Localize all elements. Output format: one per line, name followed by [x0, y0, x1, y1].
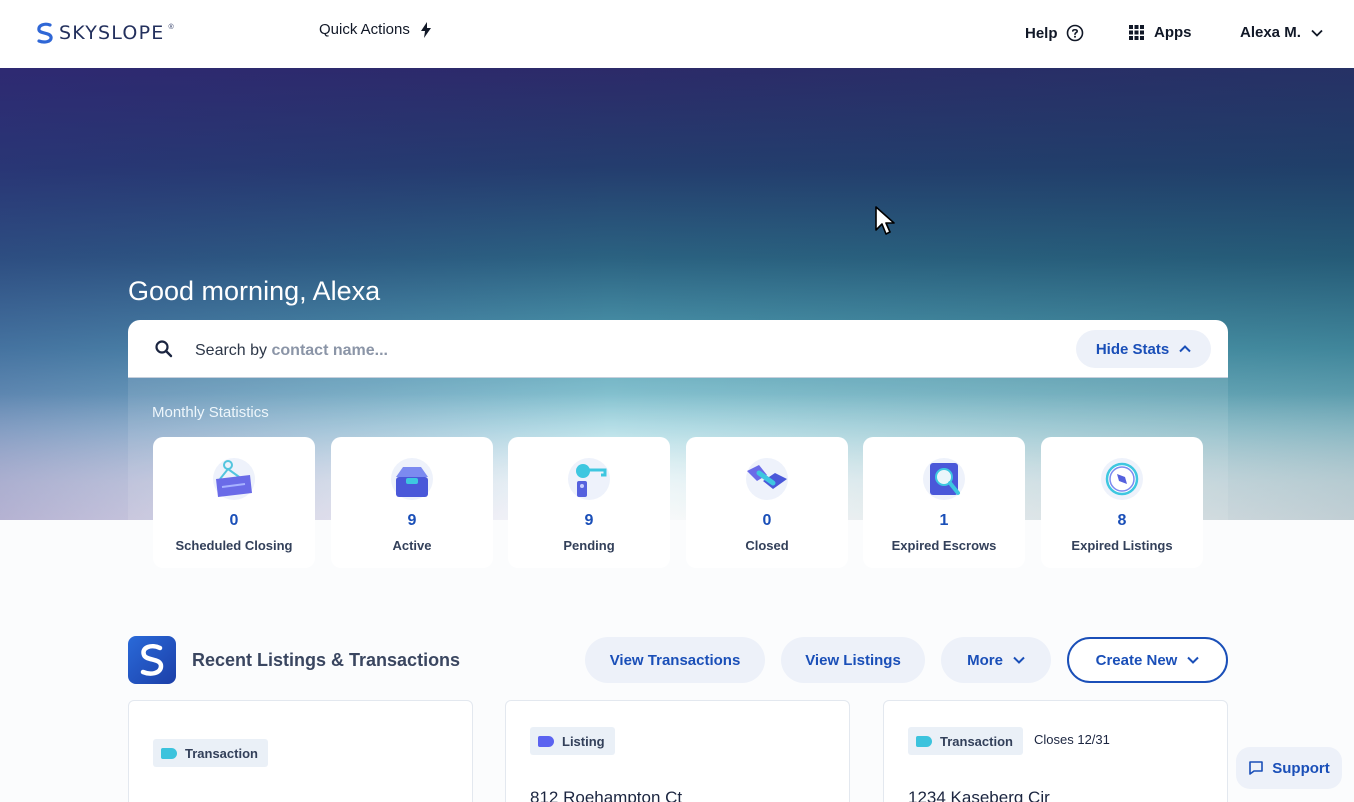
compass-icon — [1101, 458, 1143, 500]
tag-icon — [538, 735, 554, 747]
help-button[interactable]: Help — [1025, 24, 1084, 42]
tag-icon — [916, 735, 932, 747]
hide-stats-label: Hide Stats — [1095, 340, 1170, 358]
stat-card-scheduled-closing[interactable]: 0 Scheduled Closing — [153, 437, 315, 568]
recent-section-title: Recent Listings & Transactions — [192, 650, 461, 670]
stat-value: 9 — [407, 512, 417, 529]
skyslope-logo-icon — [37, 22, 53, 44]
chevron-down-icon — [1311, 29, 1323, 37]
create-new-button[interactable]: Create New — [1067, 637, 1228, 683]
view-transactions-button[interactable]: View Transactions — [585, 637, 765, 683]
stat-card-closed[interactable]: 0 Closed — [686, 437, 848, 568]
stat-label: Expired Listings — [1071, 538, 1173, 553]
more-button[interactable]: More — [941, 637, 1051, 683]
help-circle-icon — [1066, 24, 1083, 42]
tag-label: Transaction — [185, 745, 258, 761]
magnify-document-icon — [923, 458, 965, 500]
stat-label: Scheduled Closing — [175, 538, 293, 553]
inbox-icon — [391, 458, 433, 500]
transaction-card[interactable]: Transaction Closes 12/31 1234 Kaseberg C… — [883, 700, 1228, 802]
stats-title: Monthly Statistics — [152, 404, 269, 421]
search-bar: Search by contact name... Hide Stats — [128, 320, 1228, 378]
transaction-card[interactable]: Transaction — [128, 700, 473, 802]
monthly-statistics-panel: Monthly Statistics 0 Scheduled Closing 9… — [128, 378, 1228, 568]
tag-label: Listing — [562, 733, 605, 749]
card-address: 1234 Kaseberg Cir — [908, 788, 1050, 802]
chevron-down-icon — [1187, 656, 1200, 664]
view-listings-button[interactable]: View Listings — [781, 637, 925, 683]
closing-sign-icon — [213, 458, 255, 500]
greeting-heading: Good morning, Alexa — [128, 276, 381, 306]
hide-stats-button[interactable]: Hide Stats — [1076, 330, 1211, 368]
brand-name: SKYSLOPE — [59, 22, 165, 44]
user-menu-button[interactable]: Alexa M. — [1240, 24, 1323, 41]
stat-card-active[interactable]: 9 Active — [331, 437, 493, 568]
stat-card-expired-escrows[interactable]: 1 Expired Escrows — [863, 437, 1025, 568]
search-icon — [155, 340, 173, 358]
view-transactions-label: View Transactions — [609, 651, 741, 669]
handshake-icon — [746, 458, 788, 500]
search-placeholder: contact name... — [271, 342, 388, 359]
apps-button[interactable]: Apps — [1129, 24, 1192, 41]
quick-actions-button[interactable]: Quick Actions — [319, 21, 432, 38]
help-label: Help — [1025, 24, 1058, 42]
stat-label: Pending — [563, 538, 615, 553]
tag-label: Transaction — [940, 733, 1013, 749]
skyslope-s-icon — [140, 644, 164, 676]
stat-value: 1 — [939, 512, 949, 529]
stat-card-expired-listings[interactable]: 8 Expired Listings — [1041, 437, 1203, 568]
search-prefix: Search by — [195, 342, 268, 359]
card-type-tag: Transaction — [908, 727, 1023, 755]
search-input[interactable]: Search by contact name... — [195, 342, 388, 360]
lightning-icon — [420, 21, 431, 38]
more-label: More — [967, 651, 1003, 669]
stat-value: 0 — [762, 512, 772, 529]
top-navigation-bar: SKYSLOPE ® Quick Actions Help Apps Alexa… — [0, 0, 1354, 68]
create-new-label: Create New — [1095, 651, 1178, 669]
chevron-up-icon — [1179, 345, 1191, 353]
stat-label: Expired Escrows — [891, 538, 997, 553]
chevron-down-icon — [1013, 656, 1025, 664]
closing-date: Closes 12/31 — [1034, 732, 1110, 747]
stat-card-pending[interactable]: 9 Pending — [508, 437, 670, 568]
stat-value: 8 — [1117, 512, 1127, 529]
support-label: Support — [1272, 759, 1330, 777]
chat-bubble-icon — [1249, 761, 1264, 775]
card-type-tag: Transaction — [153, 739, 268, 767]
grid-icon — [1129, 25, 1144, 40]
key-icon — [568, 458, 610, 500]
stat-value: 9 — [584, 512, 594, 529]
support-button[interactable]: Support — [1236, 747, 1342, 789]
stat-value: 0 — [229, 512, 239, 529]
user-name: Alexa M. — [1240, 24, 1301, 41]
quick-actions-label: Quick Actions — [319, 21, 410, 38]
tag-icon — [161, 747, 177, 759]
skyslope-app-logo — [128, 636, 176, 684]
apps-label: Apps — [1154, 24, 1192, 41]
view-listings-label: View Listings — [805, 651, 901, 669]
mouse-cursor-icon — [875, 206, 895, 235]
brand-registered-mark: ® — [168, 24, 174, 31]
card-address: 812 Roehampton Ct — [530, 788, 683, 802]
stat-label: Closed — [745, 538, 789, 553]
stat-label: Active — [392, 538, 432, 553]
card-type-tag: Listing — [530, 727, 615, 755]
skyslope-logo[interactable]: SKYSLOPE ® — [35, 22, 174, 44]
listing-card[interactable]: Listing 812 Roehampton Ct — [505, 700, 850, 802]
